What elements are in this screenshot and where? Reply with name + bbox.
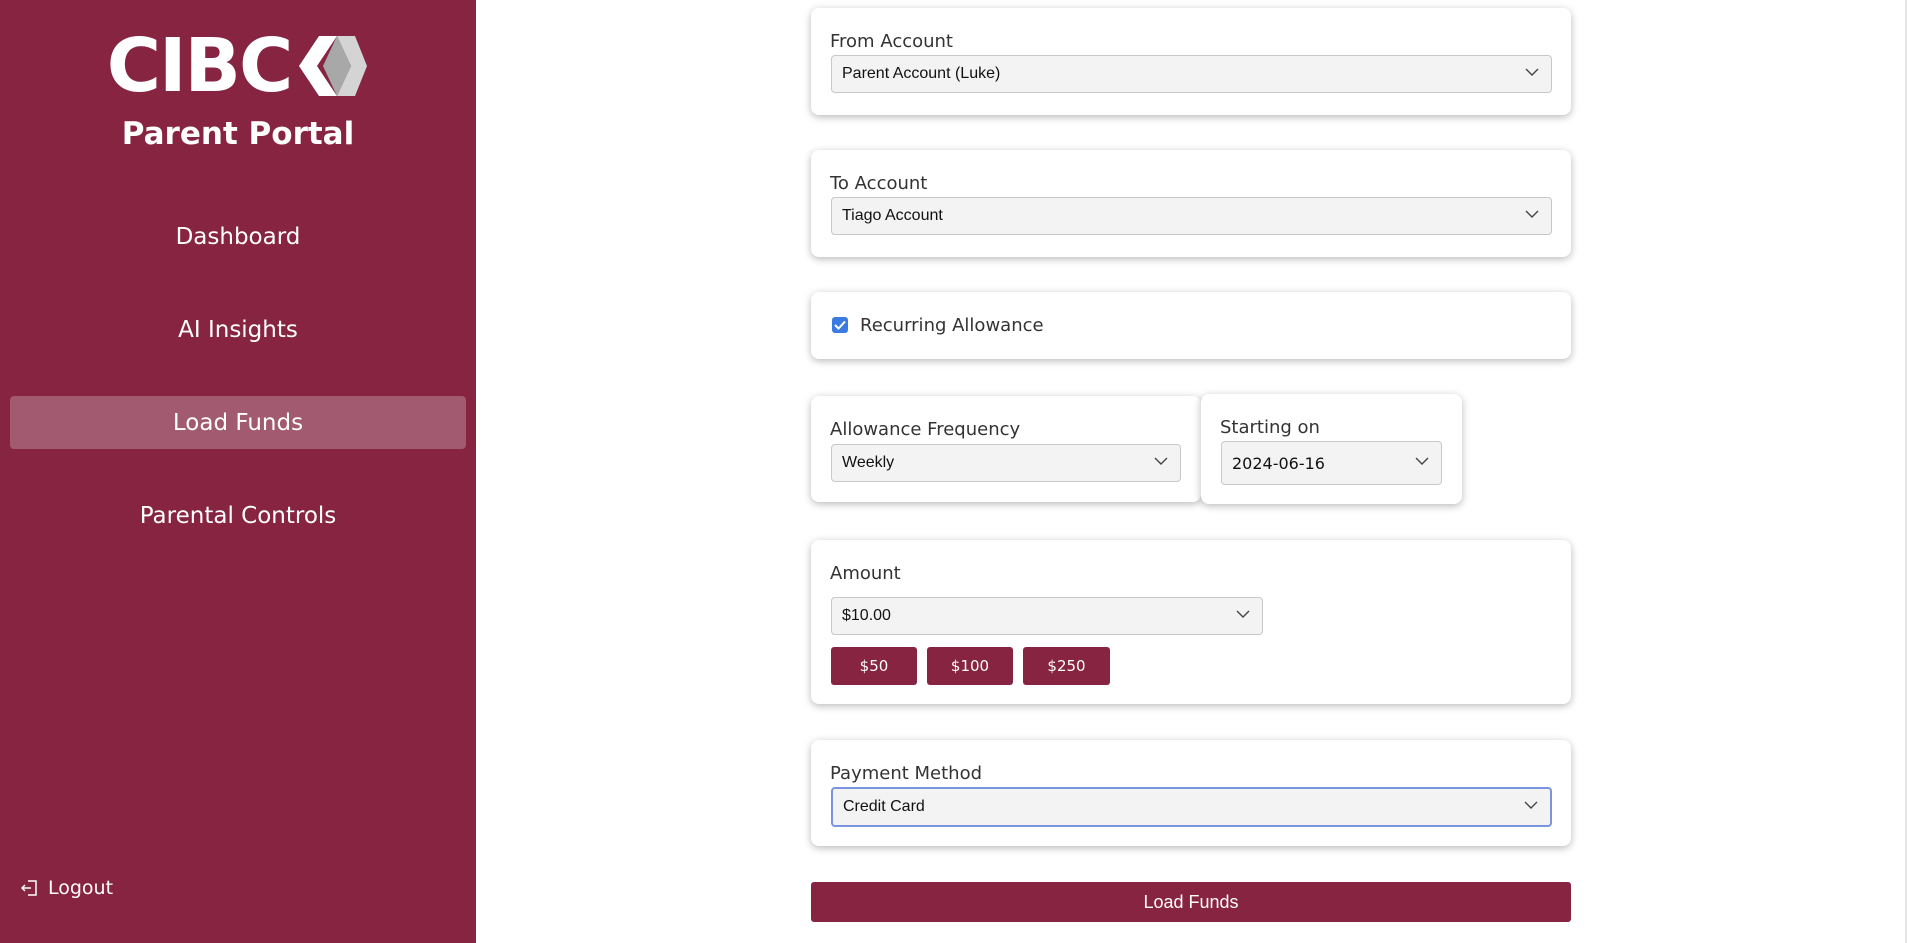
from-account-select[interactable]: Parent Account (Luke) [831, 55, 1552, 93]
amount-label: Amount [830, 563, 901, 584]
starting-on-date-select[interactable]: 2024-06-16 [1221, 441, 1442, 485]
sidebar: CIBC Parent Portal Dashboard AI Insights… [0, 0, 476, 943]
from-account-value: Parent Account (Luke) [842, 65, 1001, 82]
logout-button[interactable]: Logout [20, 877, 113, 899]
logo-text: CIBC [106, 23, 294, 109]
frequency-value: Weekly [842, 454, 895, 471]
nav-item-dashboard[interactable]: Dashboard [10, 210, 466, 263]
chevron-down-icon [1236, 610, 1250, 618]
to-account-label: To Account [830, 173, 928, 194]
nav-item-ai-insights[interactable]: AI Insights [10, 303, 466, 356]
to-account-select[interactable]: Tiago Account [831, 197, 1552, 235]
logout-icon [20, 880, 37, 896]
recurring-checkbox[interactable] [832, 317, 848, 333]
recurring-label[interactable]: Recurring Allowance [860, 315, 1044, 336]
quick-amount-250-button[interactable]: $250 [1023, 647, 1110, 685]
frequency-select[interactable]: Weekly [831, 444, 1181, 482]
chevron-down-icon [1525, 210, 1539, 218]
frequency-label: Allowance Frequency [830, 419, 1021, 440]
logout-label: Logout [48, 877, 114, 899]
portal-title: Parent Portal [121, 116, 355, 152]
chevron-down-icon [1525, 68, 1539, 76]
cibc-logo-icon [299, 36, 368, 96]
nav-item-load-funds[interactable]: Load Funds [10, 396, 466, 449]
payment-method-select[interactable]: Credit Card [831, 787, 1552, 827]
amount-value: $10.00 [842, 607, 891, 624]
to-account-value: Tiago Account [842, 207, 943, 224]
payment-method-label: Payment Method [830, 763, 983, 784]
load-funds-submit-button[interactable]: Load Funds [811, 882, 1571, 922]
chevron-down-icon [1154, 457, 1168, 465]
payment-method-value: Credit Card [843, 798, 925, 815]
from-account-label: From Account [830, 31, 953, 52]
chevron-down-icon [1415, 457, 1429, 465]
nav-item-parental-controls[interactable]: Parental Controls [10, 489, 466, 542]
quick-amount-100-button[interactable]: $100 [927, 647, 1013, 685]
check-icon [834, 320, 846, 330]
quick-amount-50-button[interactable]: $50 [831, 647, 917, 685]
chevron-down-icon [1524, 801, 1538, 809]
cibc-logo[interactable]: CIBC [0, 23, 476, 109]
starting-on-value: 2024-06-16 [1232, 453, 1325, 473]
starting-on-label: Starting on [1220, 417, 1320, 438]
amount-select[interactable]: $10.00 [831, 597, 1263, 635]
